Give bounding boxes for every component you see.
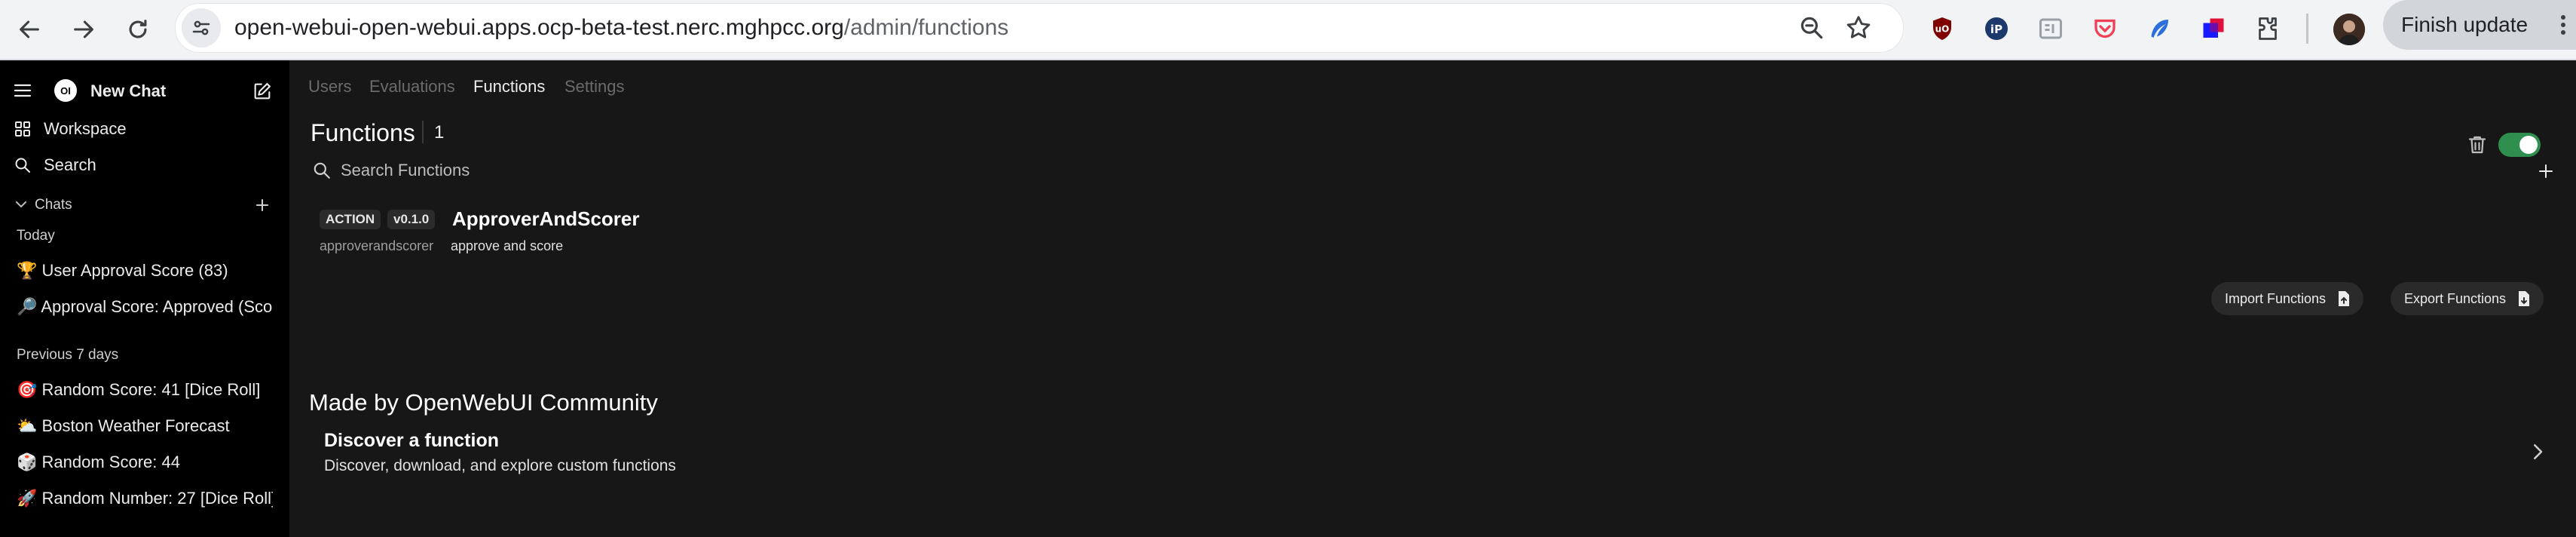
feather-extension-icon[interactable] [2143, 13, 2175, 44]
tab-evaluations[interactable]: Evaluations [369, 77, 455, 97]
new-chat-label: New Chat [90, 81, 167, 100]
new-chat-row[interactable]: OI New Chat [0, 77, 289, 104]
svg-text:uO: uO [1935, 24, 1950, 35]
color-extension-icon[interactable] [2198, 13, 2229, 44]
tab-settings[interactable]: Settings [564, 77, 625, 97]
function-version-badge: v0.1.0 [387, 210, 436, 229]
discover-title: Discover a function [324, 430, 499, 451]
search-label: Search [44, 155, 96, 174]
chat-list-item[interactable]: 🎯 Random Score: 41 [Dice Roll] [17, 380, 273, 400]
file-upload-icon [2339, 291, 2350, 306]
ublock-extension-icon[interactable]: uO [1926, 13, 1958, 44]
profile-avatar[interactable] [2333, 14, 2365, 45]
sidebar-toggle-icon[interactable] [14, 83, 32, 98]
discover-subtitle: Discover, download, and explore custom f… [324, 457, 676, 474]
chat-list-item[interactable]: 🚀 Random Number: 27 [Dice Roll] [17, 489, 273, 508]
tab-functions[interactable]: Functions [473, 77, 545, 97]
reader-extension-icon[interactable] [2035, 13, 2067, 44]
puzzle-extensions-icon[interactable] [2252, 13, 2284, 44]
previous-7-days-label: Previous 7 days [17, 347, 119, 363]
import-functions-button[interactable]: Import Functions [2211, 282, 2364, 315]
pocket-extension-icon[interactable] [2089, 13, 2121, 44]
chat-title: Approval Score: Approved (Sco [41, 297, 273, 316]
sidebar-item-workspace[interactable]: Workspace [0, 115, 289, 142]
export-functions-button[interactable]: Export Functions [2391, 282, 2544, 315]
chat-list-item[interactable]: 🏆 User Approval Score (83) [17, 261, 273, 281]
finish-update-label: Finish update [2401, 13, 2529, 36]
function-name: ApproverAndScorer [452, 207, 640, 230]
sidebar-item-search[interactable]: Search [0, 151, 289, 178]
compose-icon[interactable] [252, 81, 273, 102]
tab-users[interactable]: Users [308, 77, 351, 97]
function-enabled-toggle[interactable] [2498, 133, 2541, 157]
chat-emoji: 🏆 [17, 261, 38, 280]
browser-toolbar: open-webui-open-webui.apps.ocp-beta-test… [0, 0, 2576, 60]
chats-section-header[interactable]: Chats [0, 193, 289, 216]
function-description: approve and score [451, 238, 564, 253]
chat-emoji: 🔎 [17, 297, 38, 316]
back-arrow-icon[interactable] [11, 11, 48, 48]
chat-emoji: 🎲 [17, 453, 38, 471]
add-function-button[interactable] [2533, 158, 2559, 184]
site-settings-icon[interactable] [182, 8, 221, 48]
file-download-icon [2519, 291, 2530, 306]
workspace-label: Workspace [44, 119, 127, 138]
url-host: open-webui-open-webui.apps.ocp-beta-test… [234, 15, 844, 40]
discover-function-link[interactable]: Discover a function Discover, download, … [324, 430, 2555, 493]
chat-list-item[interactable]: ⛅ Boston Weather Forecast [17, 416, 273, 436]
function-id: approverandscorer [320, 238, 434, 253]
community-section-title: Made by OpenWebUI Community [309, 389, 658, 416]
forward-arrow-icon[interactable] [65, 11, 102, 48]
finish-update-button[interactable]: Finish update [2383, 0, 2576, 50]
chevron-right-icon[interactable] [2526, 440, 2549, 463]
function-type-badge: ACTION [320, 210, 381, 229]
reload-icon[interactable] [119, 11, 157, 48]
toggle-knob [2519, 136, 2538, 154]
trash-icon[interactable] [2466, 133, 2489, 156]
search-functions-input[interactable] [341, 157, 2451, 184]
workspace-grid-icon [15, 121, 30, 137]
export-functions-label: Export Functions [2404, 290, 2507, 306]
new-folder-plus-icon[interactable] [255, 198, 270, 213]
functions-count: 1 [434, 122, 445, 143]
chat-title: User Approval Score (83) [41, 261, 228, 280]
url-path: /admin/functions [843, 15, 1009, 40]
proxy-extension-icon[interactable]: iP [1981, 13, 2012, 44]
chat-list-item[interactable]: 🎲 Random Score: 44 [17, 453, 273, 472]
chat-emoji: 🎯 [17, 380, 38, 399]
today-label: Today [17, 228, 55, 244]
chat-title: Random Score: 44 [41, 453, 180, 471]
openwebui-logo: OI [54, 79, 77, 102]
more-menu-icon[interactable] [2559, 14, 2567, 36]
zoom-icon[interactable] [1797, 14, 1826, 42]
chat-title: Random Score: 41 [Dice Roll] [41, 380, 261, 399]
function-list-item[interactable]: ACTION v0.1.0 ApproverAndScorer approver… [320, 204, 2565, 264]
search-icon [15, 158, 30, 173]
sidebar: OI New Chat Workspace Search Chats Today… [0, 60, 289, 537]
title-divider [422, 121, 424, 143]
chat-list-item[interactable]: 🔎 Approval Score: Approved (Sco [17, 297, 273, 317]
bookmark-star-icon[interactable] [1844, 14, 1873, 42]
chats-label: Chats [35, 197, 72, 213]
address-bar[interactable]: open-webui-open-webui.apps.ocp-beta-test… [175, 3, 1904, 53]
page-title: Functions [311, 119, 415, 146]
search-icon [314, 162, 330, 179]
chevron-down-icon[interactable] [15, 199, 27, 210]
chat-title: Random Number: 27 [Dice Roll] [41, 489, 273, 508]
import-functions-label: Import Functions [2225, 290, 2327, 306]
url-text: open-webui-open-webui.apps.ocp-beta-test… [234, 14, 1008, 41]
chat-title: Boston Weather Forecast [41, 416, 230, 435]
plus-icon [2539, 164, 2553, 178]
toolbar-divider [2306, 14, 2308, 44]
admin-main: Users Evaluations Functions Settings Fun… [289, 60, 2576, 537]
svg-text:iP: iP [1990, 23, 2002, 36]
chat-emoji: ⛅ [17, 416, 38, 435]
chat-emoji: 🚀 [17, 489, 38, 508]
